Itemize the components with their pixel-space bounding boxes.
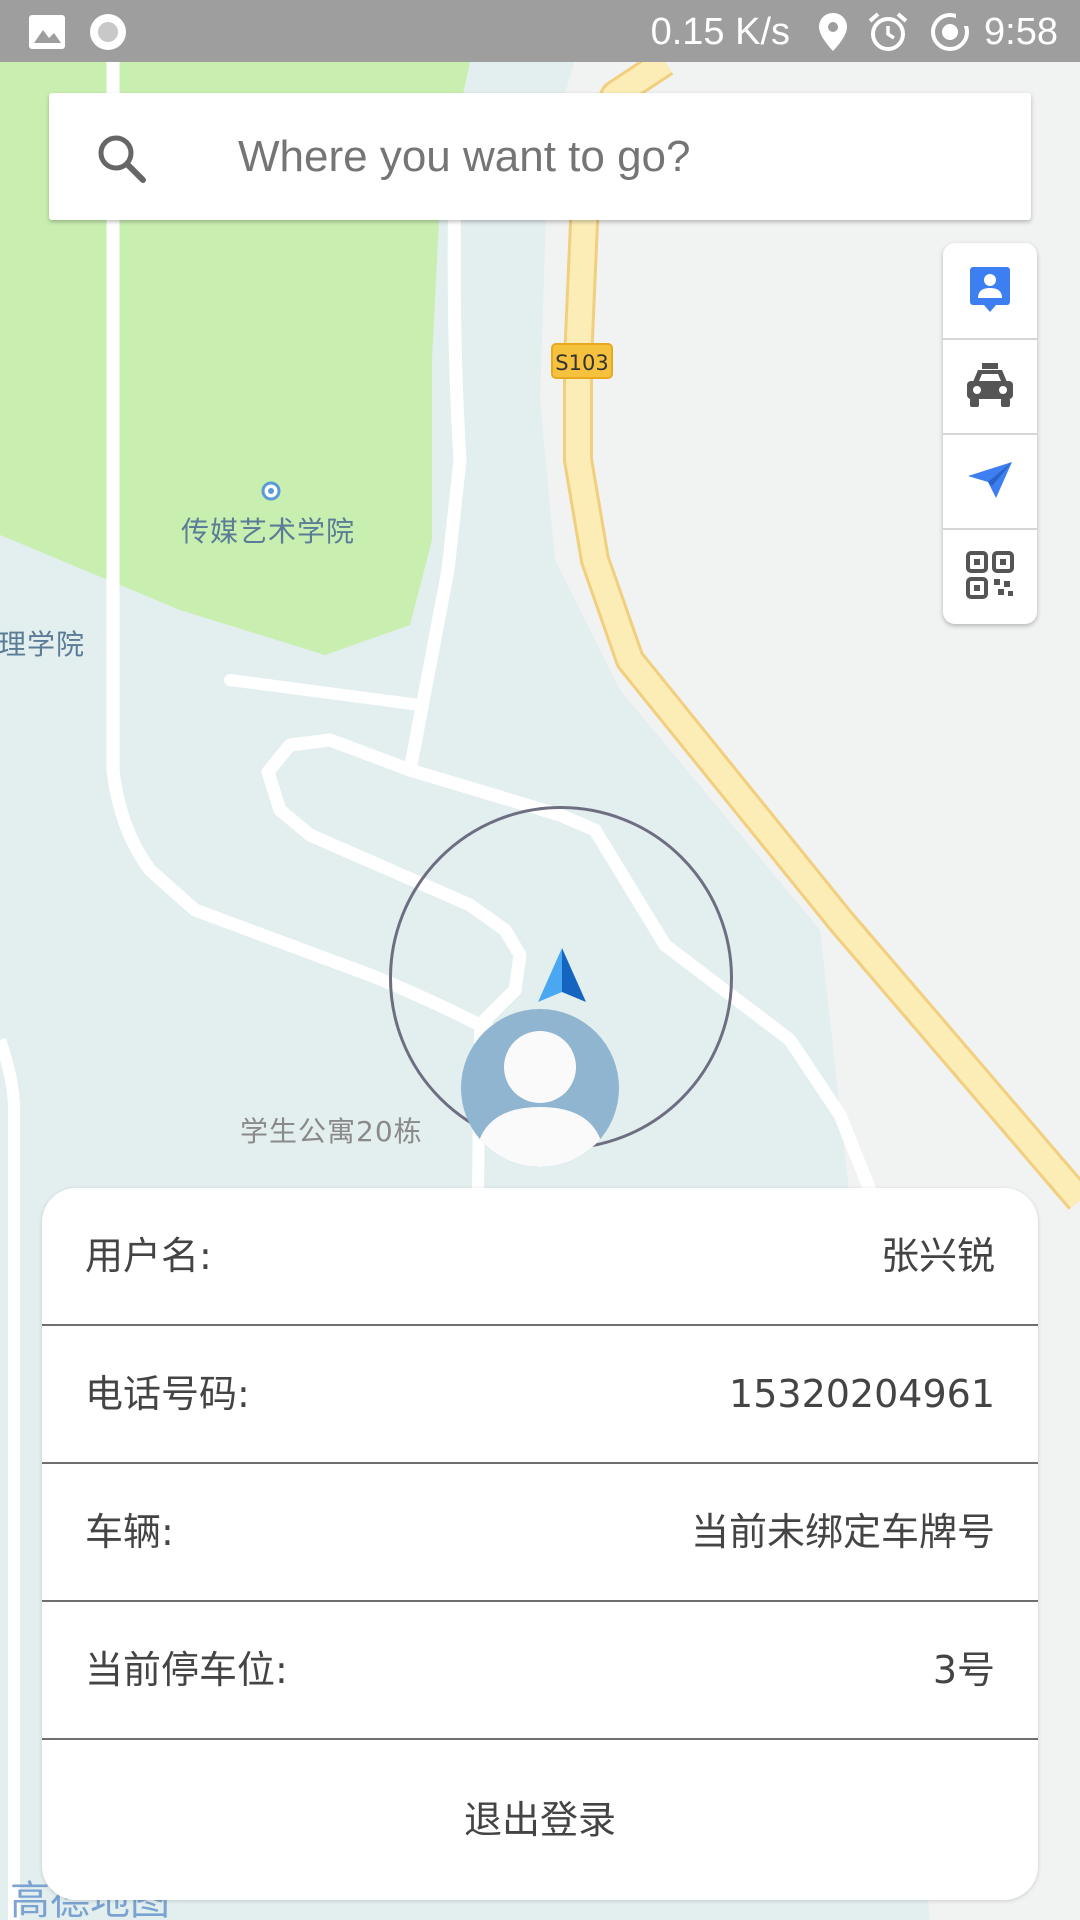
clock-time: 9:58 bbox=[984, 11, 1058, 53]
search-input[interactable] bbox=[238, 125, 998, 189]
navigation-arrow-icon bbox=[536, 946, 588, 1010]
vehicle-label: 车辆: bbox=[85, 1510, 174, 1554]
sync-icon bbox=[930, 12, 970, 57]
alarm-icon bbox=[867, 11, 909, 58]
avatar-person-icon bbox=[475, 1031, 605, 1167]
taxi-button[interactable] bbox=[943, 338, 1037, 433]
info-row-username: 用户名: 张兴锐 bbox=[42, 1188, 1038, 1326]
taxi-icon bbox=[964, 362, 1016, 412]
screen: 传媒艺术学院 理学院 学生公寓20栋 S103 0.15 K/s 9:58 Wh… bbox=[0, 0, 1080, 1920]
status-bar: 0.15 K/s 9:58 bbox=[0, 0, 1080, 62]
record-icon bbox=[88, 12, 128, 57]
qrcode-button[interactable] bbox=[943, 528, 1037, 623]
send-button[interactable] bbox=[943, 433, 1037, 528]
phone-value: 15320204961 bbox=[729, 1372, 995, 1416]
paper-plane-icon bbox=[966, 460, 1014, 504]
contact-button[interactable] bbox=[943, 243, 1037, 338]
info-row-vehicle: 车辆: 当前未绑定车牌号 bbox=[42, 1464, 1038, 1602]
logout-button[interactable]: 退出登录 bbox=[42, 1740, 1038, 1900]
parking-space-value: 3号 bbox=[932, 1648, 995, 1692]
map-label-media-school: 传媒艺术学院 bbox=[181, 515, 356, 548]
map-label-dorm: 学生公寓20栋 bbox=[240, 1115, 423, 1148]
contact-card-icon bbox=[968, 265, 1012, 317]
info-row-phone: 电话号码: 15320204961 bbox=[42, 1326, 1038, 1464]
map-tools-panel bbox=[943, 243, 1037, 624]
username-label: 用户名: bbox=[85, 1234, 212, 1278]
network-speed: 0.15 K/s bbox=[650, 11, 790, 53]
qr-code-icon bbox=[966, 550, 1014, 603]
map-label-left-school: 理学院 bbox=[0, 628, 86, 661]
road-shield-s103: S103 bbox=[551, 343, 613, 379]
search-icon[interactable] bbox=[96, 133, 148, 185]
vehicle-value: 当前未绑定车牌号 bbox=[690, 1510, 995, 1554]
phone-label: 电话号码: bbox=[85, 1372, 250, 1416]
location-icon bbox=[818, 12, 848, 57]
image-icon bbox=[28, 14, 66, 55]
username-value: 张兴锐 bbox=[880, 1234, 995, 1278]
parking-space-label: 当前停车位: bbox=[85, 1648, 288, 1692]
user-info-card: 用户名: 张兴锐 电话号码: 15320204961 车辆: 当前未绑定车牌号 … bbox=[42, 1188, 1038, 1900]
user-avatar[interactable] bbox=[461, 1009, 619, 1167]
info-row-parking-space: 当前停车位: 3号 bbox=[42, 1602, 1038, 1740]
